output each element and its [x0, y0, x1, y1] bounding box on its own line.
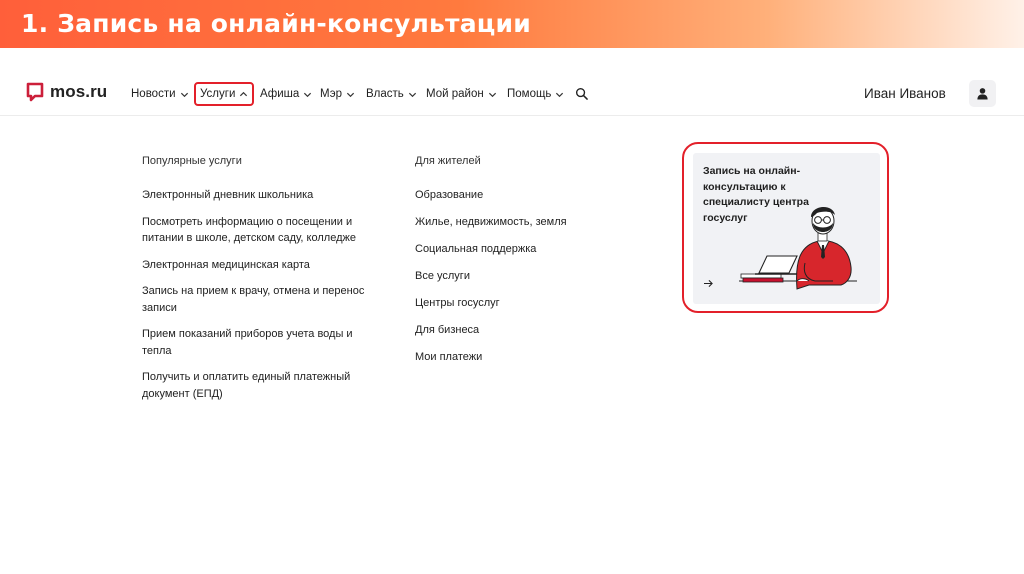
popular-services-heading: Популярные услуги: [142, 155, 242, 167]
slide-title: 1. Запись на онлайн-консультации: [21, 9, 531, 38]
service-link-school-diary[interactable]: Электронный дневник школьника: [142, 187, 382, 204]
nav-item-authority[interactable]: Власть: [366, 83, 417, 105]
residents-link-social-support[interactable]: Социальная поддержка: [415, 241, 635, 258]
residents-link-all-services[interactable]: Все услуги: [415, 268, 635, 285]
chevron-down-icon: [556, 92, 564, 97]
arrow-right-icon[interactable]: [703, 279, 714, 288]
chevron-down-icon: [408, 92, 416, 97]
consultant-illustration: [739, 206, 857, 290]
nav-item-label: Афиша: [260, 88, 300, 100]
residents-link-housing[interactable]: Жилье, недвижимость, земля: [415, 214, 635, 231]
residents-link-education[interactable]: Образование: [415, 187, 635, 204]
nav-item-mayor[interactable]: Мэр: [320, 83, 355, 105]
promo-highlight-frame: Запись на онлайн-консультацию к специали…: [682, 142, 889, 313]
nav-item-label: Услуги: [200, 88, 236, 100]
nav-item-label: Мэр: [320, 88, 342, 100]
nav-item-services[interactable]: Услуги: [194, 82, 255, 106]
popular-services-column: Популярные услуги Электронный дневник шк…: [142, 155, 382, 412]
user-icon: [977, 88, 988, 100]
nav-item-label: Новости: [131, 88, 176, 100]
chevron-down-icon: [346, 92, 355, 97]
service-link-doctor-appointment[interactable]: Запись на прием к врачу, отмена и перено…: [142, 283, 382, 316]
residents-link-business[interactable]: Для бизнеса: [415, 322, 635, 339]
service-link-school-attendance[interactable]: Посмотреть информацию о посещении и пита…: [142, 214, 382, 247]
nav-item-news[interactable]: Новости: [131, 83, 189, 105]
residents-link-my-payments[interactable]: Мои платежи: [415, 349, 635, 366]
slide-title-bar: 1. Запись на онлайн-консультации: [0, 0, 1024, 48]
nav-item-label: Мой район: [426, 88, 484, 100]
chevron-down-icon: [180, 92, 188, 97]
nav-item-my-district[interactable]: Мой район: [426, 83, 497, 105]
nav-item-help[interactable]: Помощь: [507, 83, 564, 105]
nav-item-label: Власть: [366, 88, 404, 100]
service-link-meter-readings[interactable]: Прием показаний приборов учета воды и те…: [142, 326, 382, 359]
user-name[interactable]: Иван Иванов: [864, 86, 946, 101]
residents-heading: Для жителей: [415, 155, 481, 167]
logo-text: mos.ru: [50, 82, 108, 101]
residents-link-service-centers[interactable]: Центры госуслуг: [415, 295, 635, 312]
residents-column: Для жителей Образование Жилье, недвижимо…: [415, 155, 635, 376]
nav-item-afisha[interactable]: Афиша: [260, 83, 312, 105]
logo-icon: [26, 82, 44, 102]
site-header: mos.ru Новости Услуги Афиша Мэр Власть М…: [0, 70, 1024, 116]
chevron-down-icon: [488, 92, 496, 97]
search-icon[interactable]: [575, 87, 588, 100]
chevron-down-icon: [304, 92, 312, 97]
service-link-medical-card[interactable]: Электронная медицинская карта: [142, 257, 382, 274]
chevron-up-icon: [240, 91, 248, 96]
user-avatar-button[interactable]: [969, 80, 996, 107]
nav-item-label: Помощь: [507, 88, 552, 100]
mos-ru-logo[interactable]: mos.ru: [26, 82, 107, 102]
online-consultation-card[interactable]: Запись на онлайн-консультацию к специали…: [693, 153, 880, 304]
service-link-epd-payment[interactable]: Получить и оплатить единый платежный док…: [142, 369, 382, 402]
